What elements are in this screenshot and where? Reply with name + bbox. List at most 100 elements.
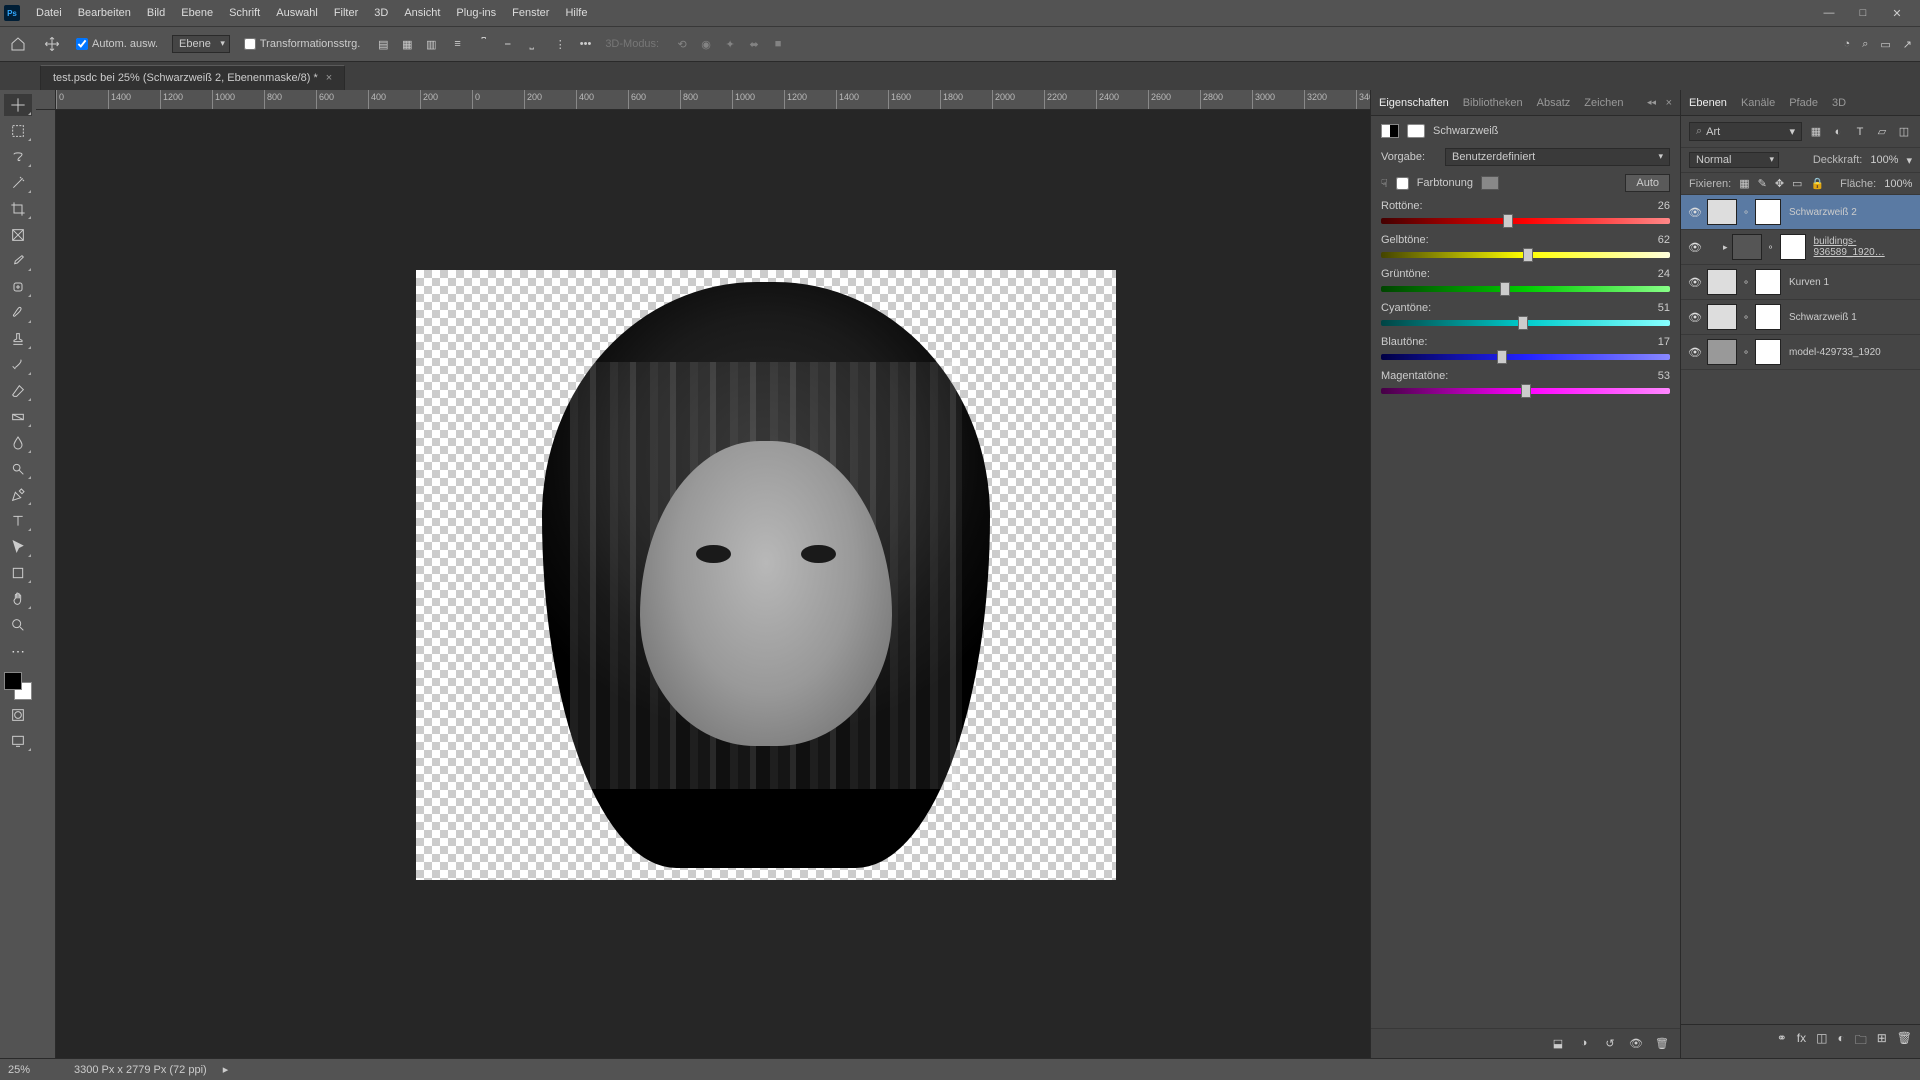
visibility-icon[interactable]: 👁 — [1687, 311, 1703, 324]
align-middle-icon[interactable]: ⎯ — [499, 35, 517, 53]
home-icon[interactable] — [8, 34, 28, 54]
layer-row[interactable]: 👁⚬Schwarzweiß 2 — [1681, 195, 1920, 230]
cloud-docs-icon[interactable]: ◔ — [1844, 38, 1851, 50]
menu-filter[interactable]: Filter — [326, 3, 366, 23]
tab-3d[interactable]: 3D — [1832, 97, 1846, 109]
tab-character[interactable]: Zeichen — [1584, 93, 1623, 113]
hand-picker-icon[interactable]: ☟ — [1381, 177, 1388, 190]
align-right-icon[interactable]: ▥ — [422, 35, 440, 53]
menu-3d[interactable]: 3D — [366, 3, 396, 23]
lock-all-icon[interactable]: 🔒 — [1810, 177, 1824, 190]
more-options-icon[interactable]: ••• — [580, 38, 592, 50]
add-mask-icon[interactable]: ◫ — [1816, 1031, 1827, 1052]
menu-schrift[interactable]: Schrift — [221, 3, 268, 23]
lasso-tool[interactable] — [4, 146, 32, 168]
canvas-area[interactable]: 0140012001000800600400200020040060080010… — [36, 90, 1370, 1058]
layer-row[interactable]: 👁⚬model-429733_1920 — [1681, 335, 1920, 370]
zoom-level[interactable]: 25% — [8, 1064, 58, 1076]
view-previous-icon[interactable]: ◑ — [1576, 1037, 1592, 1050]
search-icon[interactable]: ⌕ — [1862, 38, 1868, 51]
filter-smart-icon[interactable]: ◫ — [1896, 125, 1912, 138]
align-center-h-icon[interactable]: ▦ — [398, 35, 416, 53]
close-button[interactable]: ✕ — [1884, 7, 1910, 20]
tab-layers[interactable]: Ebenen — [1689, 97, 1727, 109]
slider-yel[interactable]: Gelbtöne:62 — [1381, 234, 1670, 262]
filter-type-icon[interactable]: T — [1852, 126, 1868, 138]
transform-controls-checkbox[interactable]: Transformationsstrg. — [244, 38, 360, 50]
fill-value[interactable]: 100% — [1884, 178, 1912, 190]
tab-libraries[interactable]: Bibliotheken — [1463, 93, 1523, 113]
visibility-icon[interactable]: 👁 — [1687, 276, 1703, 289]
toggle-visibility-icon[interactable]: 👁 — [1628, 1037, 1644, 1050]
hand-tool[interactable] — [4, 588, 32, 610]
path-select-tool[interactable] — [4, 536, 32, 558]
menu-bild[interactable]: Bild — [139, 3, 173, 23]
tab-paths[interactable]: Pfade — [1789, 97, 1818, 109]
distribute-icon[interactable]: ≡ — [454, 38, 460, 50]
delete-adjustment-icon[interactable]: 🗑 — [1654, 1037, 1670, 1050]
align-left-icon[interactable]: ▤ — [374, 35, 392, 53]
lock-transparency-icon[interactable]: ▦ — [1739, 177, 1749, 190]
pen-tool[interactable] — [4, 484, 32, 506]
share-icon[interactable]: ↗ — [1903, 38, 1912, 51]
lock-artboard-icon[interactable]: ▭ — [1792, 177, 1802, 190]
stamp-tool[interactable] — [4, 328, 32, 350]
healing-tool[interactable] — [4, 276, 32, 298]
auto-select-target-dropdown[interactable]: Ebene — [172, 35, 230, 53]
gradient-tool[interactable] — [4, 406, 32, 428]
blur-tool[interactable] — [4, 432, 32, 454]
menu-bearbeiten[interactable]: Bearbeiten — [70, 3, 139, 23]
move-tool[interactable] — [4, 94, 32, 116]
edit-toolbar-icon[interactable]: ⋯ — [4, 640, 32, 662]
tab-paragraph[interactable]: Absatz — [1537, 93, 1571, 113]
blend-mode-dropdown[interactable]: Normal — [1689, 152, 1779, 168]
visibility-icon[interactable]: 👁 — [1687, 346, 1703, 359]
filter-adjust-icon[interactable]: ◐ — [1830, 126, 1846, 138]
eraser-tool[interactable] — [4, 380, 32, 402]
opacity-value[interactable]: 100% — [1870, 154, 1898, 166]
dodge-tool[interactable] — [4, 458, 32, 480]
slider-grn[interactable]: Grüntöne:24 — [1381, 268, 1670, 296]
ruler-horizontal[interactable]: 0140012001000800600400200020040060080010… — [56, 90, 1370, 110]
eyedropper-tool[interactable] — [4, 250, 32, 272]
crop-tool[interactable] — [4, 198, 32, 220]
type-tool[interactable] — [4, 510, 32, 532]
arrange-icon[interactable]: ▭ — [1880, 38, 1890, 51]
preset-dropdown[interactable]: Benutzerdefiniert — [1445, 148, 1670, 166]
filter-pixel-icon[interactable]: ▦ — [1808, 125, 1824, 138]
status-more-icon[interactable]: ▸ — [223, 1063, 229, 1076]
tab-properties[interactable]: Eigenschaften — [1379, 93, 1449, 113]
document-canvas[interactable] — [416, 270, 1116, 880]
minimize-button[interactable]: — — [1816, 7, 1842, 20]
tab-channels[interactable]: Kanäle — [1741, 97, 1775, 109]
tint-swatch[interactable] — [1481, 176, 1499, 190]
layer-row[interactable]: 👁⚬Schwarzweiß 1 — [1681, 300, 1920, 335]
layer-fx-icon[interactable]: fx — [1797, 1031, 1806, 1052]
filter-shape-icon[interactable]: ▱ — [1874, 125, 1890, 138]
lock-position-icon[interactable]: ✥ — [1775, 177, 1784, 190]
lock-pixels-icon[interactable]: ✎ — [1758, 177, 1767, 190]
move-tool-icon[interactable] — [42, 34, 62, 54]
layer-row[interactable]: 👁▸⚬buildings-936589_1920… — [1681, 230, 1920, 265]
new-group-icon[interactable]: 🗀 — [1855, 1031, 1867, 1052]
menu-ebene[interactable]: Ebene — [173, 3, 221, 23]
new-adjustment-icon[interactable]: ◐ — [1837, 1031, 1844, 1052]
menu-datei[interactable]: Datei — [28, 3, 70, 23]
delete-layer-icon[interactable]: 🗑 — [1897, 1031, 1912, 1052]
panel-collapse-icon[interactable]: ◂◂ — [1647, 97, 1656, 108]
visibility-icon[interactable]: 👁 — [1687, 206, 1703, 219]
quick-mask-icon[interactable] — [4, 704, 32, 726]
panel-close-icon[interactable]: × — [1666, 97, 1672, 109]
menu-plug-ins[interactable]: Plug-ins — [448, 3, 504, 23]
link-layers-icon[interactable]: ⚭ — [1777, 1031, 1787, 1052]
history-brush-tool[interactable] — [4, 354, 32, 376]
new-layer-icon[interactable]: ⊞ — [1877, 1031, 1887, 1052]
maximize-button[interactable]: □ — [1850, 7, 1876, 20]
align-top-icon[interactable]: ⎴ — [475, 35, 493, 53]
clip-to-layer-icon[interactable]: ⬓ — [1550, 1037, 1566, 1050]
ruler-vertical[interactable] — [36, 110, 56, 1058]
screen-mode-icon[interactable] — [4, 730, 32, 752]
layer-search[interactable]: Art▾ — [1689, 122, 1802, 141]
visibility-icon[interactable]: 👁 — [1687, 241, 1703, 254]
document-tab[interactable]: test.psdc bei 25% (Schwarzweiß 2, Ebenen… — [40, 65, 345, 90]
